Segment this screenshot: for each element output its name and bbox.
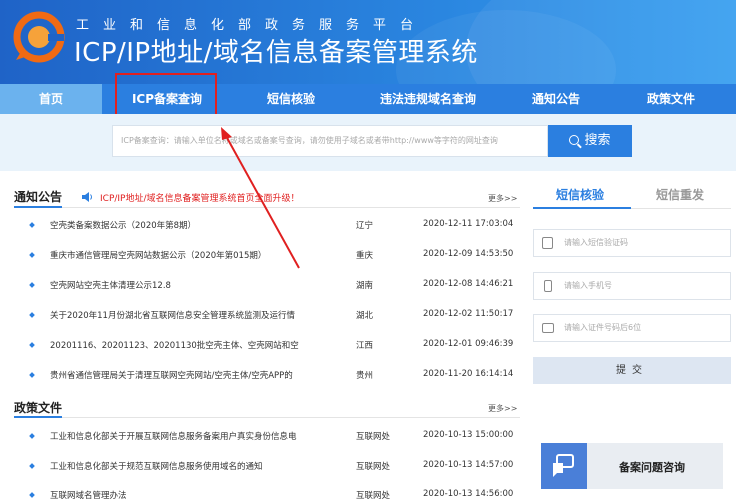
red-arrow-annotation: [221, 127, 300, 269]
